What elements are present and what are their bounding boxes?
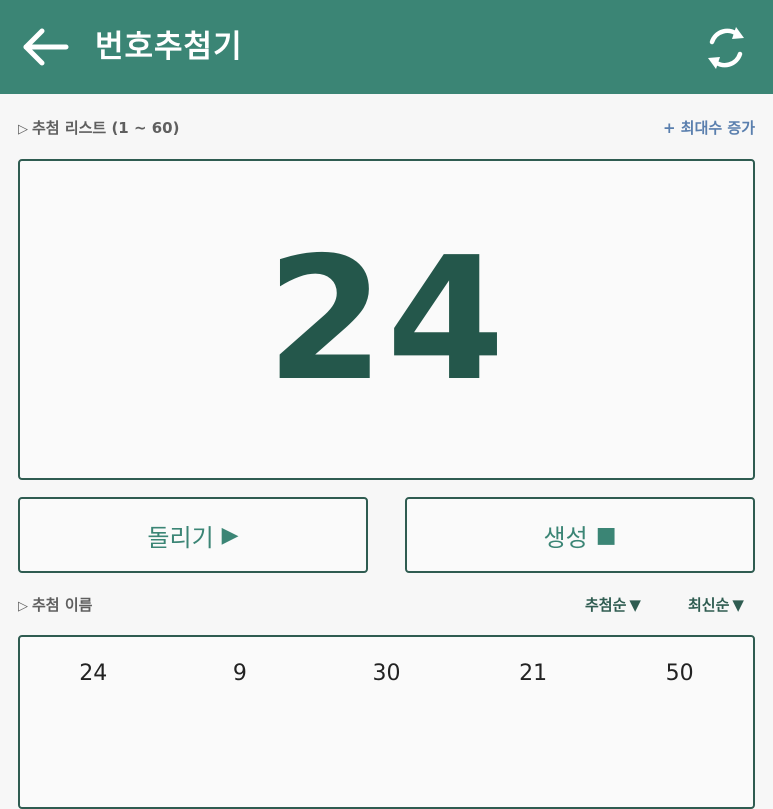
triangle-right-icon: ▷ (18, 122, 28, 137)
history-number: 30 (372, 661, 401, 686)
sort-newest-button[interactable]: 최신순 ▼ (688, 594, 744, 616)
stop-icon: ■ (595, 522, 617, 548)
history-row: 24 9 30 21 50 (20, 659, 753, 689)
refresh-button[interactable] (700, 22, 752, 74)
back-button[interactable] (20, 25, 72, 69)
arrow-left-icon (23, 28, 69, 66)
refresh-icon (708, 27, 744, 69)
page-title: 번호추첨기 (95, 29, 243, 65)
sort-draw-order-button[interactable]: 추첨순 ▼ (585, 594, 641, 616)
generate-button-label: 생성 (543, 523, 588, 552)
app-bar: 번호추첨기 (0, 0, 773, 94)
history-number: 21 (519, 661, 548, 686)
history-number: 24 (79, 661, 108, 686)
play-icon: ▶ (221, 522, 239, 548)
history-list: 24 9 30 21 50 (18, 635, 755, 809)
result-number: 24 (266, 220, 507, 419)
triangle-down-icon: ▼ (732, 596, 744, 614)
sort-newest-label: 최신순 (688, 596, 730, 614)
generate-button[interactable]: 생성 ■ (405, 497, 755, 573)
spin-button-label: 돌리기 (147, 523, 214, 552)
triangle-down-icon: ▼ (629, 596, 641, 614)
history-label-text: 추첨 이름 (32, 596, 93, 614)
draw-list-label-text: 추첨 리스트 (1 ~ 60) (32, 119, 180, 137)
draw-list-label: ▷ 추첨 리스트 (1 ~ 60) (18, 118, 179, 140)
spin-button[interactable]: 돌리기 ▶ (18, 497, 368, 573)
history-number: 50 (665, 661, 694, 686)
result-display: 24 (18, 159, 755, 480)
sort-draw-order-label: 추첨순 (585, 596, 627, 614)
triangle-right-icon: ▷ (18, 599, 28, 614)
history-number: 9 (232, 661, 247, 686)
increase-max-link[interactable]: + 최대수 증가 (663, 118, 755, 138)
history-label: ▷ 추첨 이름 (18, 595, 92, 617)
